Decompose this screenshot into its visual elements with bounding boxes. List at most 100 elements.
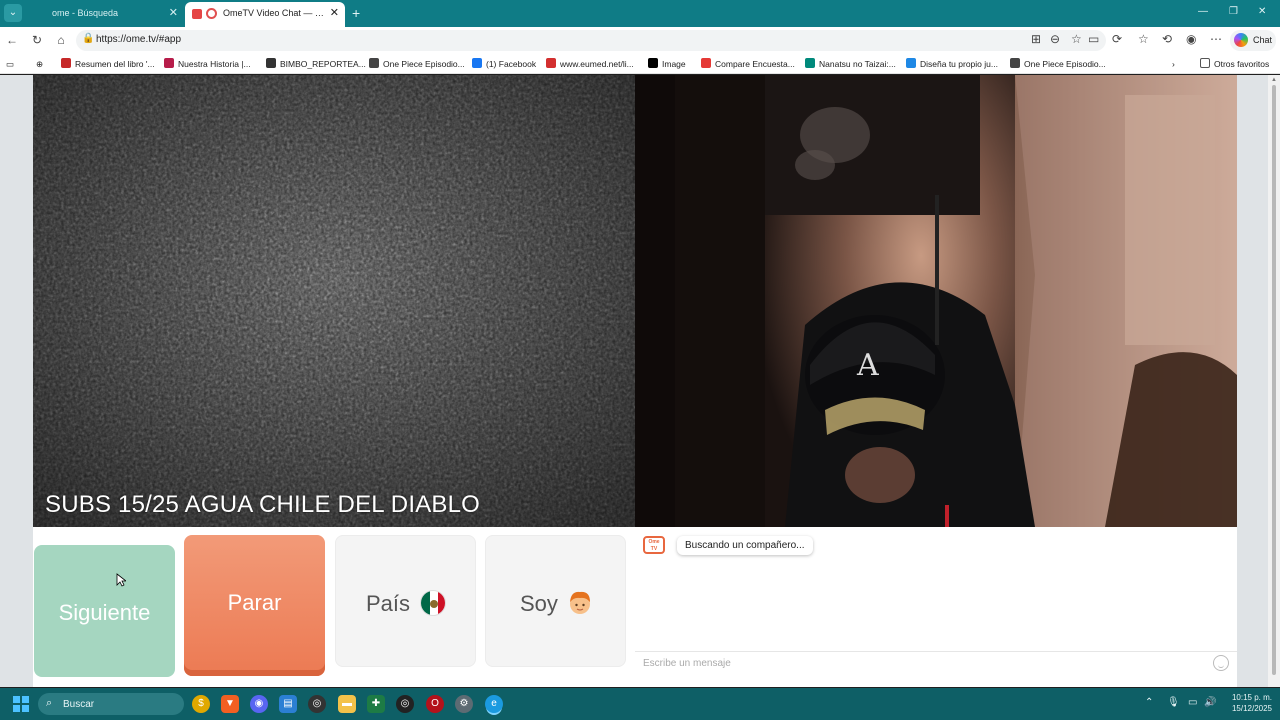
eumed-icon [546, 58, 556, 68]
network-icon[interactable]: ▭ [1188, 697, 1197, 708]
app-available-icon[interactable]: ⊞ [1031, 32, 1041, 46]
tracking-icon[interactable]: ⊖ [1050, 32, 1060, 46]
bookmark-item[interactable]: (1) Facebook [472, 57, 536, 71]
microphone-icon[interactable]: 🎙 [1167, 697, 1180, 708]
af-icon [1010, 58, 1020, 68]
github-icon [266, 58, 276, 68]
favorite-star-icon[interactable]: ☆ [1071, 32, 1082, 46]
url-text[interactable]: https://ome.tv/#app [96, 34, 181, 45]
coin-app-icon[interactable]: $ [192, 695, 210, 713]
volume-icon[interactable]: 🔊 [1204, 697, 1216, 708]
close-tab-icon[interactable]: ✕ [330, 2, 339, 25]
bookmark-label: One Piece Episodio... [383, 59, 465, 69]
tab-ometv[interactable]: OmeTV Video Chat — Omegl ✕ [185, 2, 345, 27]
more-bookmarks-chevron-icon[interactable]: › [1172, 57, 1175, 71]
ometv-logo-icon: Ome TV [643, 536, 665, 554]
close-window-icon[interactable]: ✕ [1258, 6, 1266, 17]
restore-icon[interactable]: ❐ [1229, 6, 1238, 17]
other-bookmarks[interactable]: Otros favoritos [1200, 57, 1269, 71]
bookmark-item[interactable]: Compare Encuesta... [701, 57, 795, 71]
new-tab-icon[interactable]: + [352, 5, 360, 21]
page-scrollbar[interactable]: ▲ [1268, 75, 1280, 687]
scroll-up-icon[interactable]: ▲ [1271, 77, 1277, 83]
message-placeholder: Escribe un mensaje [643, 658, 731, 669]
bookmark-item[interactable]: Image [648, 57, 686, 71]
next-button[interactable]: Siguiente [34, 545, 175, 677]
bookmark-label: Nuestra Historia |... [178, 59, 251, 69]
gender-button[interactable]: Soy [485, 535, 626, 667]
edge-icon[interactable]: e [485, 695, 503, 713]
store-icon[interactable]: ▤ [279, 695, 297, 713]
obs-studio-icon[interactable]: ◎ [396, 695, 414, 713]
minimize-icon[interactable]: — [1198, 6, 1208, 17]
search-placeholder: Buscar [63, 699, 95, 710]
xbox-icon[interactable]: ✚ [367, 695, 385, 713]
bookmark-label: Resumen del libro '... [75, 59, 155, 69]
design-icon [906, 58, 916, 68]
back-icon[interactable]: ← [4, 32, 20, 48]
tab-actions-menu-icon[interactable]: ⌄ [4, 4, 22, 22]
sidebar-toggle-icon[interactable]: ▭ [6, 57, 14, 71]
bookmark-label: Diseña tu propio ju... [920, 59, 998, 69]
emoji-icon[interactable] [1213, 655, 1229, 671]
home-icon[interactable]: ⌂ [53, 32, 69, 48]
bookmark-site-icon [164, 58, 174, 68]
tab-strip: ⌄ ome - Búsqueda ✕ OmeTV Video Chat — Om… [0, 0, 1280, 27]
next-label: Siguiente [58, 600, 151, 625]
mexico-flag-icon [420, 590, 446, 616]
static-noise [33, 75, 635, 527]
partner-video: SUBS 15/25 AGUA CHILE DEL DIABLO [33, 75, 635, 527]
site-info-icon[interactable]: 🔒 [82, 33, 94, 44]
country-button[interactable]: País [335, 535, 476, 667]
bookmark-item[interactable]: Nanatsu no Taizai:... [805, 57, 896, 71]
folder-icon [1200, 58, 1210, 68]
windows-start-icon[interactable] [13, 696, 29, 712]
copilot-icon [1234, 33, 1248, 47]
address-bar[interactable]: 🔒 https://ome.tv/#app [76, 30, 1106, 51]
favorites-icon[interactable]: ☆ [1138, 32, 1149, 46]
bookmark-label: Compare Encuesta... [715, 59, 795, 69]
profile-avatar-icon[interactable]: ◉ [1186, 32, 1196, 46]
bookmark-item[interactable]: www.eumed.net/li... [546, 57, 634, 71]
media-playing-icon[interactable] [192, 9, 202, 19]
bookmark-label: Image [662, 59, 686, 69]
ometv-app: SUBS 15/25 AGUA CHILE DEL DIABLO A Sigui… [33, 75, 1237, 687]
history-icon[interactable]: ⟲ [1162, 32, 1172, 46]
stop-label: Parar [227, 590, 282, 615]
file-explorer-icon[interactable]: ▬ [338, 695, 356, 713]
bookmark-item[interactable]: One Piece Episodio... [369, 57, 465, 71]
video-icon[interactable]: ▭ [1088, 32, 1099, 46]
copilot-chat-button[interactable]: Chat [1230, 30, 1276, 51]
search-tab-icon [36, 9, 46, 19]
clock-time: 10:15 p. m. [1231, 693, 1272, 702]
extensions-icon[interactable]: ⟳ [1112, 32, 1122, 46]
close-tab-icon[interactable]: ✕ [169, 2, 178, 25]
tab-ome-search[interactable]: ome - Búsqueda ✕ [28, 2, 184, 27]
settings-gear-icon[interactable]: ⚙ [455, 695, 473, 713]
windows-taskbar: ⌕ Buscar $ ▼ ◉ ▤ ◎ ▬ ✚ ◎ O ⚙ e ⌃ 🎙 ▭ 🔊 1… [0, 688, 1280, 720]
tab-title: ome - Búsqueda [52, 8, 119, 18]
discord-icon[interactable]: ◉ [250, 695, 268, 713]
bookmark-item[interactable]: Nuestra Historia |... [164, 57, 251, 71]
search-icon: ⌕ [46, 697, 53, 709]
nanatsu-icon [805, 58, 815, 68]
message-input[interactable]: Escribe un mensaje [635, 651, 1237, 673]
bookmark-item[interactable]: BIMBO_REPORTEA... [266, 57, 366, 71]
bookmark-item[interactable]: Diseña tu propio ju... [906, 57, 998, 71]
other-bookmarks-label: Otros favoritos [1214, 59, 1270, 69]
bookmark-label: BIMBO_REPORTEA... [280, 59, 366, 69]
bookmark-item[interactable]: One Piece Episodio... [1010, 57, 1106, 71]
more-menu-icon[interactable]: ⋯ [1210, 32, 1222, 46]
opera-icon[interactable]: O [426, 695, 444, 713]
bookmark-item[interactable]: Resumen del libro '... [61, 57, 155, 71]
taskbar-search[interactable]: ⌕ Buscar [38, 693, 184, 715]
tray-overflow-icon[interactable]: ⌃ [1145, 697, 1153, 708]
refresh-icon[interactable]: ↻ [29, 32, 45, 48]
globe-icon[interactable]: ⊕ [36, 57, 43, 71]
obs-icon[interactable]: ◎ [308, 695, 326, 713]
system-clock[interactable]: 10:15 p. m. 15/12/2025 [1222, 692, 1272, 714]
stop-button[interactable]: Parar [184, 535, 325, 676]
searching-partner-message: Buscando un compañero... [677, 536, 813, 555]
brave-icon[interactable]: ▼ [221, 695, 239, 713]
scroll-thumb[interactable] [1272, 85, 1276, 675]
